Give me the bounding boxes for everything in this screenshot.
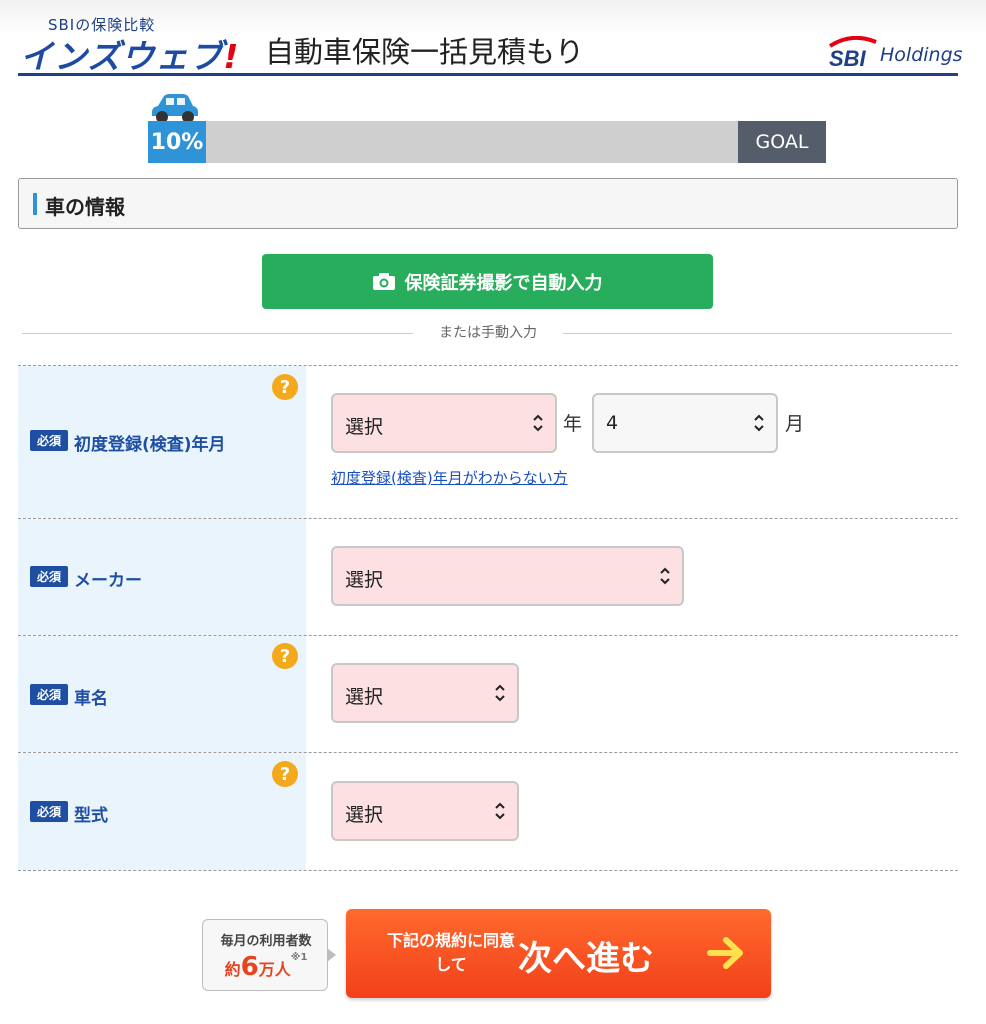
- header-underline: [18, 73, 958, 76]
- year-unit: 年: [563, 413, 583, 435]
- chevron-up-down-icon: [495, 684, 505, 702]
- partner-text: Holdings: [880, 44, 963, 66]
- chevron-up-down-icon: [660, 567, 670, 585]
- row-label: 型式: [74, 806, 108, 826]
- chevron-up-down-icon: [495, 802, 505, 820]
- select-value: 選択: [345, 804, 384, 826]
- row-label: メーカー: [74, 571, 142, 591]
- photo-button-label: 保険証券撮影で自動入力: [404, 272, 603, 294]
- required-badge: 必須: [30, 430, 68, 451]
- section-title: 車の情報: [45, 195, 125, 219]
- form-row-first-registration: ? 必須 初度登録(検査)年月 選択 年 4 月 初度登録(検査)年月がわからな…: [18, 365, 958, 518]
- arrow-right-icon: [707, 937, 743, 969]
- users-number: 6: [240, 952, 259, 982]
- progress-goal: GOAL: [738, 121, 826, 163]
- progress-track: [148, 121, 826, 163]
- select-value: 4: [606, 412, 619, 434]
- logo-text: インズウェブ: [20, 37, 224, 76]
- users-caption: 毎月の利用者数: [220, 934, 312, 949]
- model-type-select[interactable]: 選択: [331, 781, 519, 841]
- section-header: 車の情報: [18, 178, 958, 229]
- required-badge: 必須: [30, 566, 68, 587]
- next-button[interactable]: 下記の規約に同意して 次へ進む: [346, 909, 771, 998]
- logo-exclamation: !: [223, 37, 240, 76]
- inswebb-logo[interactable]: インズウェブ!: [20, 30, 239, 78]
- chevron-up-down-icon: [754, 414, 764, 432]
- unknown-registration-link[interactable]: 初度登録(検査)年月がわからない方: [331, 467, 568, 488]
- car-icon: [152, 94, 198, 123]
- row-label: 車名: [74, 689, 108, 709]
- help-icon[interactable]: ?: [272, 761, 298, 787]
- row-label: 初度登録(検査)年月: [74, 435, 226, 455]
- form-row-car-name: ? 必須 車名 選択: [18, 635, 958, 752]
- header: SBIの保険比較 インズウェブ! 自動車保険一括見積もり SBI Holding…: [0, 0, 986, 78]
- users-suffix: 万人: [258, 960, 291, 979]
- progress-fill: 10%: [148, 121, 206, 163]
- sbi-logo-icon: SBI: [828, 36, 877, 70]
- users-count: 約6万人※1: [203, 952, 329, 982]
- next-button-label: 次へ進む: [518, 939, 654, 979]
- monthly-users-badge: 毎月の利用者数 約6万人※1: [202, 919, 336, 991]
- select-value: 選択: [345, 686, 384, 708]
- form-row-model-type: ? 必須 型式 選択: [18, 752, 958, 870]
- help-icon[interactable]: ?: [272, 374, 298, 400]
- page-title: 自動車保険一括見積もり: [265, 35, 585, 69]
- required-badge: 必須: [30, 684, 68, 705]
- sbi-holdings-logo: SBI Holdings: [826, 36, 963, 72]
- form-bottom-border: [18, 870, 958, 871]
- photo-auto-input-button[interactable]: 保険証券撮影で自動入力: [262, 254, 713, 309]
- users-prefix: 約: [224, 960, 241, 979]
- svg-text:SBI: SBI: [829, 46, 867, 70]
- next-button-sub-label: 下記の規約に同意して: [386, 931, 515, 974]
- month-select[interactable]: 4: [592, 393, 778, 453]
- section-accent-bar: [33, 193, 37, 215]
- camera-icon: [372, 273, 395, 290]
- maker-select[interactable]: 選択: [331, 546, 684, 606]
- select-value: 選択: [345, 416, 384, 438]
- required-badge: 必須: [30, 801, 68, 822]
- chevron-up-down-icon: [533, 414, 543, 432]
- users-footnote: ※1: [290, 952, 308, 963]
- form-row-maker: 必須 メーカー 選択: [18, 518, 958, 635]
- divider-text: または手動入力: [413, 322, 563, 342]
- year-select[interactable]: 選択: [331, 393, 557, 453]
- help-icon[interactable]: ?: [272, 643, 298, 669]
- month-unit: 月: [785, 413, 805, 435]
- select-value: 選択: [345, 569, 384, 591]
- car-name-select[interactable]: 選択: [331, 663, 519, 723]
